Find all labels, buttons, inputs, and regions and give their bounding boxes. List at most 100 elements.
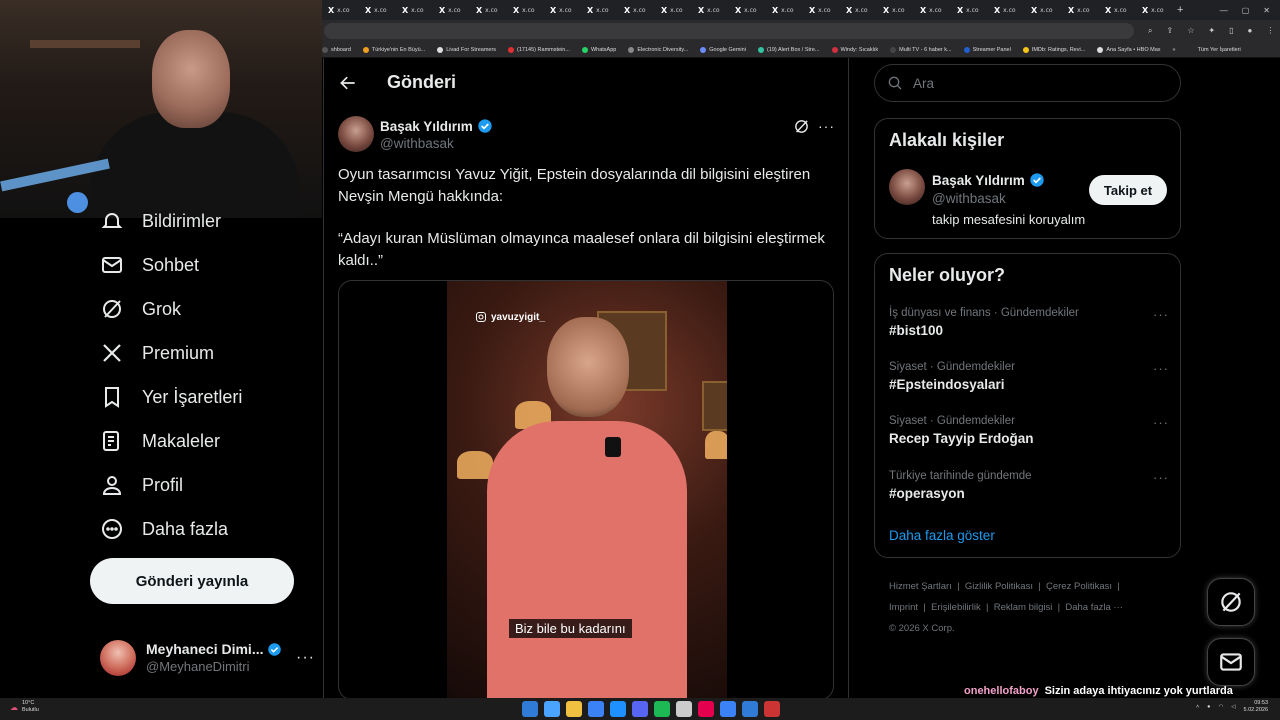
- trend-item[interactable]: Siyaset · Gündemdekiler Recep Tayyip Erd…: [889, 415, 1169, 446]
- share-icon[interactable]: ⇪: [1166, 26, 1173, 36]
- new-tab-button[interactable]: +: [1177, 4, 1183, 16]
- all-bookmarks-folder[interactable]: Tüm Yer İşaretleri: [1198, 47, 1241, 53]
- zoom-icon[interactable]: ⌕: [1148, 26, 1152, 36]
- bookmark-item[interactable]: Windy: Sıcaklık: [831, 46, 878, 53]
- trend-more-icon[interactable]: ···: [1153, 415, 1169, 430]
- account-more-icon[interactable]: ···: [296, 649, 315, 667]
- browser-tab[interactable]: Xx.co: [729, 0, 766, 20]
- taskbar-app-icon[interactable]: [610, 701, 626, 717]
- related-handle[interactable]: @withbasak: [932, 191, 1006, 206]
- post-video[interactable]: yavuzyigit_ Biz bile bu kadarını: [338, 280, 834, 700]
- browser-tab[interactable]: Xx.co: [433, 0, 470, 20]
- bookmark-item[interactable]: (17145) Rammstein...: [508, 46, 570, 53]
- extensions-icon[interactable]: ✦: [1208, 26, 1215, 36]
- tray-chevron-icon[interactable]: ˄: [1196, 704, 1199, 710]
- star-icon[interactable]: ☆: [1187, 26, 1194, 36]
- browser-tab[interactable]: Xx.co: [803, 0, 840, 20]
- footer-link[interactable]: Çerez Politikası: [1046, 581, 1112, 592]
- browser-tab[interactable]: Xx.co: [951, 0, 988, 20]
- browser-tab[interactable]: Xx.co: [322, 0, 359, 20]
- browser-tab[interactable]: Xx.co: [544, 0, 581, 20]
- trend-more-icon[interactable]: ···: [1153, 361, 1169, 376]
- trend-item[interactable]: Türkiye tarihinde gündemde #operasyon ··…: [889, 470, 1169, 501]
- messages-floating-button[interactable]: [1207, 638, 1255, 686]
- related-name[interactable]: Başak Yıldırım: [932, 173, 1025, 188]
- bookmark-item[interactable]: Livad For Streamers: [437, 46, 496, 53]
- profile-icon[interactable]: ●: [1247, 26, 1252, 36]
- footer-link[interactable]: Hizmet Şartları: [889, 581, 952, 592]
- sidebar-item-bookmarks[interactable]: Yer İşaretleri: [100, 379, 242, 415]
- address-field[interactable]: [324, 23, 1134, 39]
- author-handle[interactable]: @withbasak: [380, 136, 454, 151]
- taskbar-app-icon[interactable]: [720, 701, 736, 717]
- browser-tab[interactable]: Xx.co: [507, 0, 544, 20]
- sidebar-icon[interactable]: ▯: [1229, 26, 1233, 36]
- bookmark-item[interactable]: Türkiye'nin En Büyü...: [362, 46, 425, 53]
- browser-tab[interactable]: Xx.co: [914, 0, 951, 20]
- trend-more-icon[interactable]: ···: [1153, 307, 1169, 322]
- sidebar-item-grok[interactable]: Grok: [100, 291, 181, 327]
- bookmark-item[interactable]: Streamer Panel: [963, 46, 1011, 53]
- taskbar-app-icon[interactable]: [588, 701, 604, 717]
- close-window-icon[interactable]: ✕: [1263, 6, 1270, 15]
- trend-item[interactable]: İş dünyası ve finans · Gündemdekiler #bi…: [889, 307, 1169, 338]
- bookmark-item[interactable]: (19) Alert Box / Stre...: [757, 46, 820, 53]
- footer-link[interactable]: Erişilebilirlik: [931, 602, 981, 613]
- browser-tab[interactable]: Xx.co: [1099, 0, 1136, 20]
- sidebar-item-notifications[interactable]: Bildirimler: [100, 203, 221, 239]
- menu-icon[interactable]: ⋮: [1266, 26, 1274, 36]
- taskbar-app-icon[interactable]: [566, 701, 582, 717]
- sidebar-item-articles[interactable]: Makaleler: [100, 423, 220, 459]
- taskbar-app-icon[interactable]: [698, 701, 714, 717]
- browser-tab[interactable]: Xx.co: [359, 0, 396, 20]
- bookmark-item[interactable]: Multi TV - 6 haber k...: [890, 46, 952, 53]
- video-frame[interactable]: yavuzyigit_ Biz bile bu kadarını: [447, 281, 727, 699]
- taskbar-app-icon[interactable]: [544, 701, 560, 717]
- browser-tab[interactable]: Xx.co: [470, 0, 507, 20]
- weather-widget[interactable]: ☁ 10°C Bulutlu: [10, 700, 39, 714]
- footer-link[interactable]: Reklam bilgisi: [994, 602, 1053, 613]
- sidebar-item-profile[interactable]: Profil: [100, 467, 183, 503]
- show-more-link[interactable]: Daha fazla göster: [889, 528, 995, 543]
- browser-tab[interactable]: Xx.co: [692, 0, 729, 20]
- minimize-icon[interactable]: —: [1220, 6, 1228, 15]
- back-arrow-icon[interactable]: [338, 73, 358, 93]
- sidebar-item-premium[interactable]: Premium: [100, 335, 214, 371]
- sidebar-item-chat[interactable]: Sohbet: [100, 247, 199, 283]
- grok-icon[interactable]: [793, 118, 810, 135]
- browser-tab[interactable]: Xx.co: [655, 0, 692, 20]
- follow-button[interactable]: Takip et: [1089, 175, 1167, 205]
- bookmark-item[interactable]: WhatsApp: [581, 46, 616, 53]
- browser-tab[interactable]: Xx.co: [988, 0, 1025, 20]
- bookmark-item[interactable]: shboard: [322, 46, 351, 53]
- bookmarks-overflow-icon[interactable]: »: [1173, 47, 1176, 53]
- footer-link[interactable]: Gizlilik Politikası: [965, 581, 1033, 592]
- author-avatar[interactable]: [338, 116, 374, 152]
- bookmark-item[interactable]: Electronic Diversity...: [628, 46, 688, 53]
- grok-floating-button[interactable]: [1207, 578, 1255, 626]
- taskbar-app-icon[interactable]: [764, 701, 780, 717]
- account-switcher[interactable]: Meyhaneci Dimi... @MeyhaneDimitri ···: [100, 636, 315, 680]
- footer-link[interactable]: Daha fazla ···: [1065, 602, 1123, 613]
- bookmark-item[interactable]: Google Gemini: [700, 46, 746, 53]
- trend-item[interactable]: Siyaset · Gündemdekiler #Epsteindosyalar…: [889, 361, 1169, 392]
- sidebar-item-more[interactable]: Daha fazla: [100, 511, 228, 547]
- bookmark-item[interactable]: IMDb: Ratings, Revi...: [1022, 46, 1085, 53]
- search-bar[interactable]: Ara: [874, 64, 1181, 102]
- footer-link[interactable]: Imprint: [889, 602, 918, 613]
- trend-more-icon[interactable]: ···: [1153, 470, 1169, 485]
- browser-tab[interactable]: Xx.co: [766, 0, 803, 20]
- taskbar-app-icon[interactable]: [654, 701, 670, 717]
- wifi-icon[interactable]: ◠: [1218, 704, 1223, 710]
- post-more-icon[interactable]: ···: [818, 118, 835, 134]
- maximize-icon[interactable]: ▢: [1242, 6, 1250, 15]
- browser-tab[interactable]: Xx.co: [618, 0, 655, 20]
- browser-tab[interactable]: Xx.co: [1136, 0, 1173, 20]
- browser-tab[interactable]: Xx.co: [396, 0, 433, 20]
- taskbar-app-icon[interactable]: [742, 701, 758, 717]
- related-avatar[interactable]: [889, 169, 925, 205]
- bookmark-item[interactable]: Ana Sayfa • HBO Max: [1097, 46, 1161, 53]
- post-button[interactable]: Gönderi yayınla: [90, 558, 294, 604]
- mic-icon[interactable]: ●: [1207, 704, 1210, 710]
- browser-tab[interactable]: Xx.co: [1025, 0, 1062, 20]
